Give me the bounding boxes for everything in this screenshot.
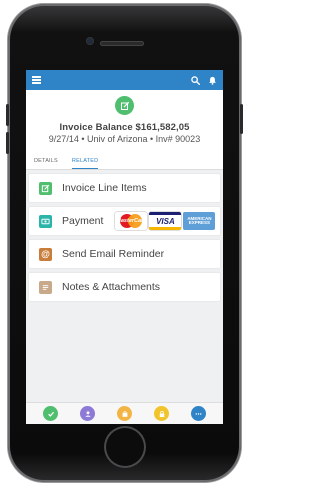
- tab-details[interactable]: DETAILS: [34, 154, 58, 169]
- search-icon[interactable]: [191, 75, 200, 85]
- tab-related[interactable]: RELATED: [71, 154, 99, 169]
- mastercard-logo: MasterCard: [115, 212, 148, 230]
- check-icon[interactable]: [43, 406, 58, 421]
- bag-icon[interactable]: [117, 406, 132, 421]
- speaker: [100, 41, 144, 46]
- list-item-label: Notes & Attachments: [62, 281, 161, 293]
- power-button: [240, 104, 243, 134]
- tab-bar: DETAILS RELATED: [26, 154, 223, 170]
- amex-logo: AMERICAN EXPRESS: [183, 212, 216, 230]
- list-item-label: Payment: [62, 215, 104, 227]
- invoice-header: Invoice Balance $161,582,05 9/27/14 • Un…: [26, 90, 223, 170]
- more-icon[interactable]: [191, 406, 206, 421]
- list-item-payment[interactable]: Payment MasterCard VISA AMERICAN EXPRESS: [29, 207, 220, 235]
- visa-logo: VISA: [149, 212, 182, 230]
- bell-icon[interactable]: [208, 76, 217, 85]
- list-item-label: Send Email Reminder: [62, 248, 165, 260]
- camera: [86, 37, 94, 45]
- volume-button: [6, 132, 9, 154]
- top-bar: [26, 70, 223, 90]
- payment-icon: [39, 214, 52, 228]
- related-list: Invoice Line Items Payment MasterCard VI…: [26, 170, 223, 301]
- list-item-invoice-line-items[interactable]: Invoice Line Items: [29, 174, 220, 202]
- contact-icon[interactable]: [80, 406, 95, 421]
- list-item-send-email-reminder[interactable]: @ Send Email Reminder: [29, 240, 220, 268]
- at-icon: @: [39, 247, 52, 261]
- page-title: Invoice Balance $161,582,05: [59, 122, 190, 133]
- bottom-bar: [26, 402, 223, 424]
- home-button[interactable]: [104, 426, 146, 468]
- edit-icon[interactable]: [115, 96, 134, 115]
- app-screen: Invoice Balance $161,582,05 9/27/14 • Un…: [26, 70, 223, 424]
- invoice-subtitle: 9/27/14 • Univ of Arizona • Inv# 90023: [48, 134, 201, 144]
- volume-button: [6, 104, 9, 126]
- lock-icon[interactable]: [154, 406, 169, 421]
- document-icon: [39, 280, 52, 294]
- edit-icon: [39, 181, 52, 195]
- list-item-notes-attachments[interactable]: Notes & Attachments: [29, 273, 220, 301]
- payment-cards: MasterCard VISA AMERICAN EXPRESS: [115, 212, 216, 230]
- hamburger-icon[interactable]: [32, 75, 41, 86]
- list-item-label: Invoice Line Items: [62, 182, 147, 194]
